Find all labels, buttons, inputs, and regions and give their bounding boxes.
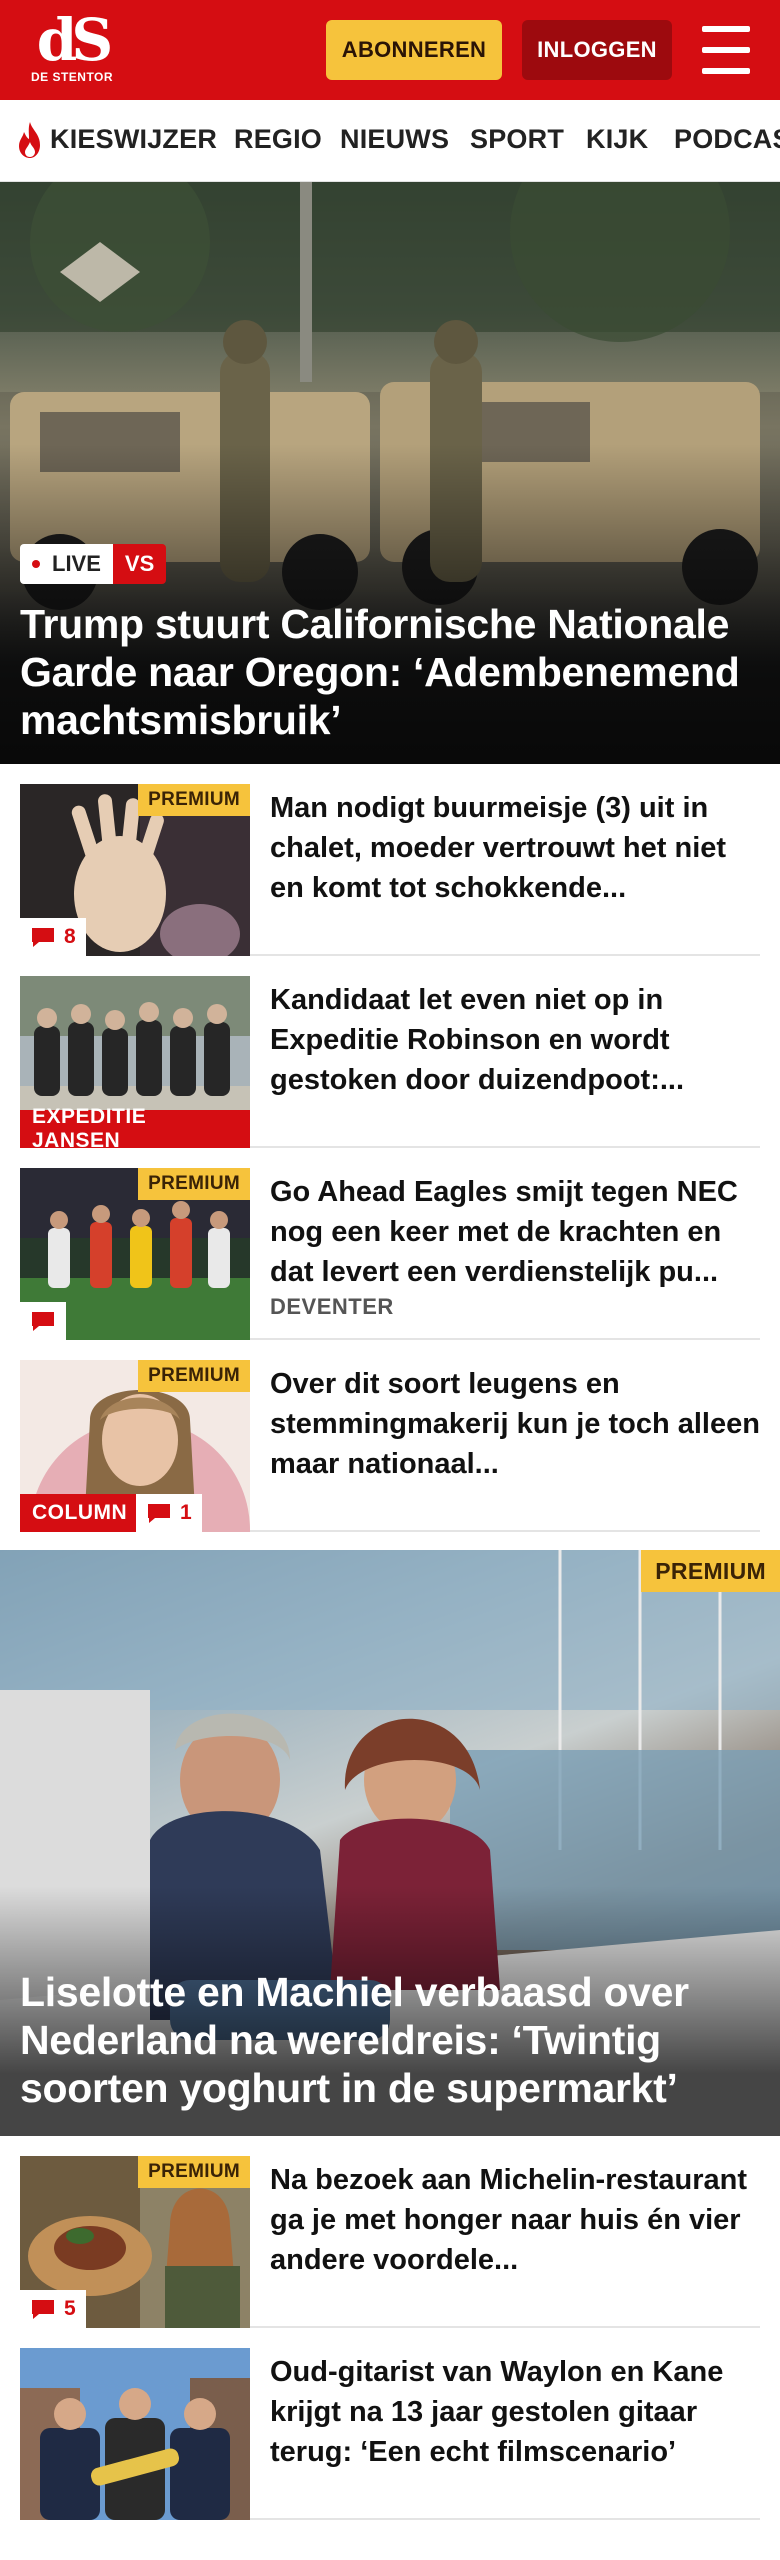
comment-icon [148,1504,170,1523]
feature-headline[interactable]: Liselotte en Machiel verbaasd over Neder… [20,1968,760,2112]
live-badge: LIVE VS [20,544,167,584]
nav-item-kieswijzer[interactable]: KIESWIJZER [50,124,217,155]
hero-headline[interactable]: Trump stuurt Californische Nationale Gar… [20,600,760,744]
live-dot-icon [32,560,40,568]
category-label[interactable]: COLUMN [20,1494,140,1532]
nav-item-nieuws[interactable]: NIEUWS [340,124,449,155]
section-nav: KIESWIJZER REGIO NIEUWS SPORT KIJK PODCA… [0,100,780,182]
comment-count: 5 [64,2297,76,2320]
hero-article[interactable]: LIVE VS Trump stuurt Californische Natio… [0,182,780,764]
premium-badge: PREMIUM [138,2156,250,2188]
article-row[interactable]: PREMIUM 5 Na bezoek aan Michelin-restaur… [20,2156,760,2328]
logo-mark: dS [36,6,113,74]
category-label[interactable]: EXPEDITIE JANSEN [20,1105,250,1148]
site-logo[interactable]: dS DE STENTOR [28,10,116,90]
article-title[interactable]: Oud-gitarist van Waylon en Kane krijgt n… [270,2352,760,2472]
logo-subtitle: DE STENTOR [30,70,114,84]
nav-item-regio[interactable]: REGIO [234,124,322,155]
comment-count-badge[interactable]: 1 [136,1494,202,1532]
nav-item-kijk[interactable]: KIJK [586,124,648,155]
premium-badge: PREMIUM [138,1360,250,1392]
comment-icon [32,2300,54,2319]
article-location[interactable]: DEVENTER [270,1294,394,1320]
comment-count: 1 [180,1501,192,1524]
article-thumbnail: EXPEDITIE JANSEN [20,976,250,1148]
comment-count: 8 [64,925,76,948]
premium-badge: PREMIUM [138,1168,250,1200]
nav-item-sport[interactable]: SPORT [470,124,564,155]
premium-badge: PREMIUM [641,1550,780,1592]
topic-tag: VS [112,544,167,584]
comment-icon [32,928,54,947]
login-button[interactable]: INLOGGEN [522,20,672,80]
live-label: LIVE [52,551,101,576]
article-title[interactable]: Man nodigt buurmeisje (3) uit in chalet,… [270,788,760,908]
nav-item-podcast[interactable]: PODCAS [674,124,780,155]
article-thumbnail: PREMIUM 8 [20,784,250,956]
comment-count-badge[interactable] [20,1302,66,1340]
article-thumbnail: PREMIUM COLUMN 1 [20,1360,250,1532]
article-row[interactable]: PREMIUM Go Ahead Eagles smijt tegen NEC … [20,1168,760,1340]
article-thumbnail: PREMIUM [20,1168,250,1340]
site-header: dS DE STENTOR ABONNEREN INLOGGEN [0,0,780,100]
comment-count-badge[interactable]: 8 [20,918,86,956]
flame-icon [19,122,40,158]
comment-count-badge[interactable]: 5 [20,2290,86,2328]
article-thumbnail [20,2348,250,2520]
article-title[interactable]: Over dit soort leugens en stemmingmakeri… [270,1364,760,1484]
article-title[interactable]: Go Ahead Eagles smijt tegen NEC nog een … [270,1172,760,1292]
article-row[interactable]: PREMIUM COLUMN 1 Over dit soort leugens … [20,1360,760,1532]
article-thumbnail: PREMIUM 5 [20,2156,250,2328]
article-title[interactable]: Kandidaat let even niet op in Expeditie … [270,980,760,1100]
article-row[interactable]: Oud-gitarist van Waylon en Kane krijgt n… [20,2348,760,2520]
article-row[interactable]: PREMIUM 8 Man nodigt buurmeisje (3) uit … [20,784,760,956]
premium-badge: PREMIUM [138,784,250,816]
hamburger-menu-icon[interactable] [700,22,754,78]
subscribe-button[interactable]: ABONNEREN [326,20,502,80]
feature-article[interactable]: PREMIUM Liselotte en Machiel verbaasd ov… [0,1550,780,2136]
article-title[interactable]: Na bezoek aan Michelin-restaurant ga je … [270,2160,760,2280]
article-row[interactable]: EXPEDITIE JANSEN Kandidaat let even niet… [20,976,760,1148]
comment-icon [32,1312,54,1331]
